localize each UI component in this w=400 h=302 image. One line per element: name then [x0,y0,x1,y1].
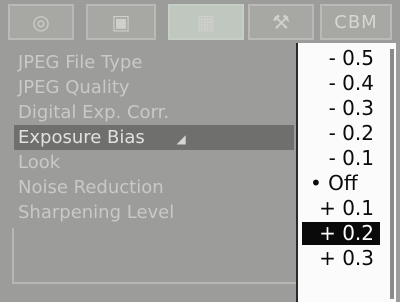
dropdown-option[interactable]: - 0.5 [302,47,380,70]
submenu-arrow-icon: ◢ [176,132,186,146]
tab-cbm[interactable]: CBM [320,4,392,40]
menu-item-label: Look [18,152,61,173]
dropdown-option[interactable]: - 0.4 [302,72,380,95]
tab-settings[interactable]: ▣ [86,4,156,40]
dropdown-option-current[interactable]: • Off [302,172,380,195]
dropdown-option[interactable]: + 0.1 [302,197,380,220]
menu-item-sharpening-level[interactable]: Sharpening Level [14,200,294,225]
tools-icon: ⚒ [272,10,290,34]
tab-cbm-label: CBM [334,11,378,33]
dropdown-option-highlighted[interactable]: + 0.2 [302,222,380,245]
dropdown-scrollbar[interactable] [390,49,394,299]
menu-item-jpeg-file-type[interactable]: JPEG File Type [14,50,294,75]
dropdown-option[interactable]: - 0.1 [302,147,380,170]
settings-menu: JPEG File Type JPEG Quality Digital Exp.… [14,50,294,225]
menu-item-label: Exposure Bias [18,127,145,148]
menu-frame [12,228,298,284]
camera-menu-screen: ◎ ▣ ▦ ⚒ CBM JPEG File Type JPEG Quality … [0,0,400,302]
dropdown-option[interactable]: - 0.3 [302,97,380,120]
tab-bar: ◎ ▣ ▦ ⚒ CBM [4,4,396,40]
menu-item-label: Sharpening Level [18,202,175,223]
menu-item-label: JPEG File Type [18,52,143,73]
menu-item-digital-exp-corr[interactable]: Digital Exp. Corr. [14,100,294,125]
tab-camera[interactable]: ◎ [8,4,74,40]
camera-icon: ◎ [32,10,50,34]
menu-item-exposure-bias[interactable]: Exposure Bias ◢ [14,125,294,150]
menu-item-jpeg-quality[interactable]: JPEG Quality [14,75,294,100]
dropdown-option[interactable]: + 0.3 [302,247,380,270]
menu-item-label: JPEG Quality [18,77,130,98]
tab-tools[interactable]: ⚒ [248,4,314,40]
menu-item-noise-reduction[interactable]: Noise Reduction [14,175,294,200]
exposure-bias-dropdown[interactable]: - 0.5 - 0.4 - 0.3 - 0.2 - 0.1 • Off + 0.… [296,43,396,302]
tab-image-settings[interactable]: ▦ [168,4,244,40]
image-settings-icon: ▦ [196,10,216,34]
menu-item-label: Digital Exp. Corr. [18,102,170,123]
dropdown-option[interactable]: - 0.2 [302,122,380,145]
menu-item-label: Noise Reduction [18,177,164,198]
menu-item-look[interactable]: Look [14,150,294,175]
gear-icon: ▣ [111,10,131,34]
